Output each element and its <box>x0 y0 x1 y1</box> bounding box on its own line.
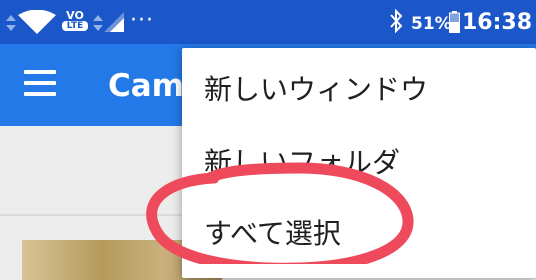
bluetooth-icon <box>390 9 403 33</box>
menu-item-new-window[interactable]: 新しいウィンドウ <box>204 68 428 108</box>
data-arrows-icon <box>6 15 16 31</box>
volte-icon: VO LTE <box>62 10 88 36</box>
menu-item-new-folder[interactable]: 新しいフォルダ <box>204 141 400 181</box>
clock: 16:38 <box>462 10 533 35</box>
overflow-menu: 新しいウィンドウ 新しいフォルダ すべて選択 <box>182 48 536 278</box>
battery-percent: 51% <box>411 14 452 34</box>
volte-top-label: VO <box>66 9 84 22</box>
data-arrows-icon <box>93 15 103 31</box>
battery-icon <box>449 11 460 33</box>
signal-icon <box>104 12 124 32</box>
wifi-icon <box>18 10 56 34</box>
more-notifications-indicator: ··· <box>130 8 154 33</box>
status-bar: VO LTE ··· 51% 16:38 <box>0 0 536 44</box>
volte-bottom-label: LTE <box>62 21 88 31</box>
hamburger-menu-icon[interactable] <box>24 70 56 98</box>
menu-item-select-all[interactable]: すべて選択 <box>204 212 341 252</box>
